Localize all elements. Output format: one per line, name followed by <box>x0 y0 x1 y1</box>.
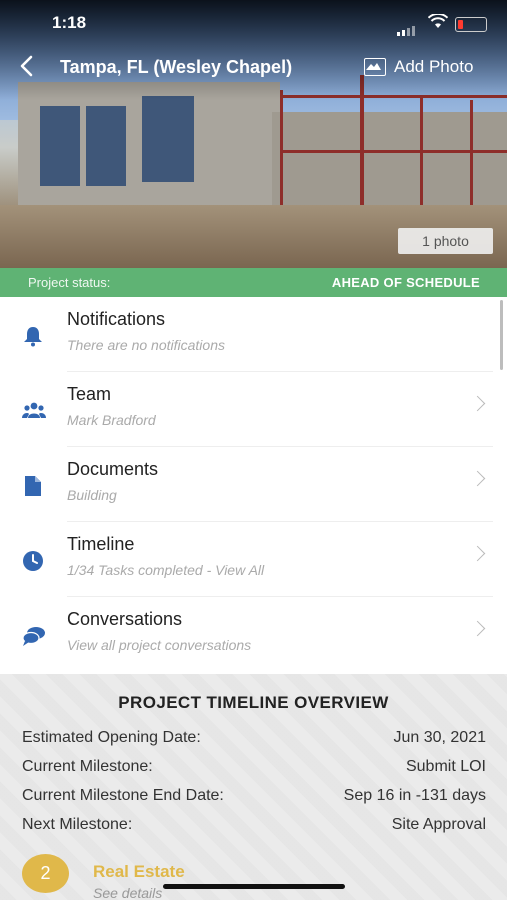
project-status-label: Project status: <box>28 275 111 290</box>
page-title: Tampa, FL (Wesley Chapel) <box>60 57 293 77</box>
photo-scaffold <box>280 150 507 153</box>
wifi-icon <box>427 12 449 33</box>
chevron-right-icon <box>469 545 486 562</box>
overview-label: Current Milestone: <box>22 758 153 775</box>
overview-label: Estimated Opening Date: <box>22 729 201 746</box>
menu-item-team[interactable]: Team Mark Bradford <box>0 372 507 447</box>
milestone-label: Real Estate <box>93 862 185 881</box>
project-status-bar: Project status: AHEAD OF SCHEDULE <box>0 268 507 297</box>
project-menu: Notifications There are no notifications… <box>0 297 507 674</box>
photo-count-badge[interactable]: 1 photo <box>398 228 493 254</box>
image-icon <box>364 58 386 76</box>
chat-icon <box>22 625 45 647</box>
menu-item-conversations[interactable]: Conversations View all project conversat… <box>0 597 507 672</box>
menu-item-title: Team <box>67 384 112 404</box>
menu-item-subtitle: View all project conversations <box>67 637 252 653</box>
menu-item-timeline[interactable]: Timeline 1/34 Tasks completed - View All <box>0 522 507 597</box>
overview-row: Current Milestone End Date: Sep 16 in -1… <box>22 787 486 811</box>
photo-scaffold <box>470 100 473 210</box>
chevron-right-icon <box>469 470 486 487</box>
menu-item-notifications[interactable]: Notifications There are no notifications <box>0 297 507 372</box>
signal-icon <box>397 18 417 36</box>
milestone-number-badge: 2 <box>22 854 69 893</box>
status-bar: 1:18 <box>0 0 507 46</box>
milestone-details-link[interactable]: See details <box>93 885 162 901</box>
document-icon <box>22 475 44 497</box>
photo-window <box>86 106 126 186</box>
overview-value: Sep 16 in -131 days <box>343 787 486 804</box>
overview-label: Next Milestone: <box>22 816 133 833</box>
overview-row: Estimated Opening Date: Jun 30, 2021 <box>22 729 486 753</box>
chevron-left-icon <box>20 55 33 77</box>
photo-window <box>40 106 80 186</box>
chevron-right-icon <box>469 620 486 637</box>
chevron-right-icon <box>469 395 486 412</box>
clock-icon <box>22 550 44 572</box>
nav-bar: Tampa, FL (Wesley Chapel) Add Photo <box>0 48 507 88</box>
add-photo-button[interactable]: Add Photo <box>364 57 473 77</box>
overview-value: Site Approval <box>391 816 486 833</box>
back-button[interactable] <box>18 54 34 82</box>
menu-item-title: Conversations <box>67 609 183 629</box>
add-photo-label: Add Photo <box>394 57 474 76</box>
status-time: 1:18 <box>52 13 87 32</box>
menu-item-title: Timeline <box>67 534 135 554</box>
menu-item-subtitle: Building <box>67 487 117 503</box>
menu-item-documents[interactable]: Documents Building <box>0 447 507 522</box>
team-icon <box>22 400 46 422</box>
timeline-overview: PROJECT TIMELINE OVERVIEW Estimated Open… <box>0 674 507 901</box>
menu-item-title: Documents <box>67 459 159 479</box>
menu-item-subtitle: 1/34 Tasks completed - View All <box>67 562 265 578</box>
menu-item-subtitle: There are no notifications <box>67 337 225 353</box>
project-status-value: AHEAD OF SCHEDULE <box>331 275 480 290</box>
overview-value: Submit LOI <box>405 758 486 775</box>
overview-title: PROJECT TIMELINE OVERVIEW <box>118 693 389 712</box>
photo-window <box>142 96 194 182</box>
bell-icon <box>22 325 44 347</box>
overview-value: Jun 30, 2021 <box>393 729 486 746</box>
overview-row: Current Milestone: Submit LOI <box>22 758 486 782</box>
overview-label: Current Milestone End Date: <box>22 787 224 804</box>
overview-row: Next Milestone: Site Approval <box>22 816 486 840</box>
home-indicator[interactable] <box>163 884 345 889</box>
scrollbar[interactable] <box>500 300 503 370</box>
menu-item-title: Notifications <box>67 309 166 329</box>
menu-item-subtitle: Mark Bradford <box>67 412 156 428</box>
battery-icon <box>455 17 487 32</box>
